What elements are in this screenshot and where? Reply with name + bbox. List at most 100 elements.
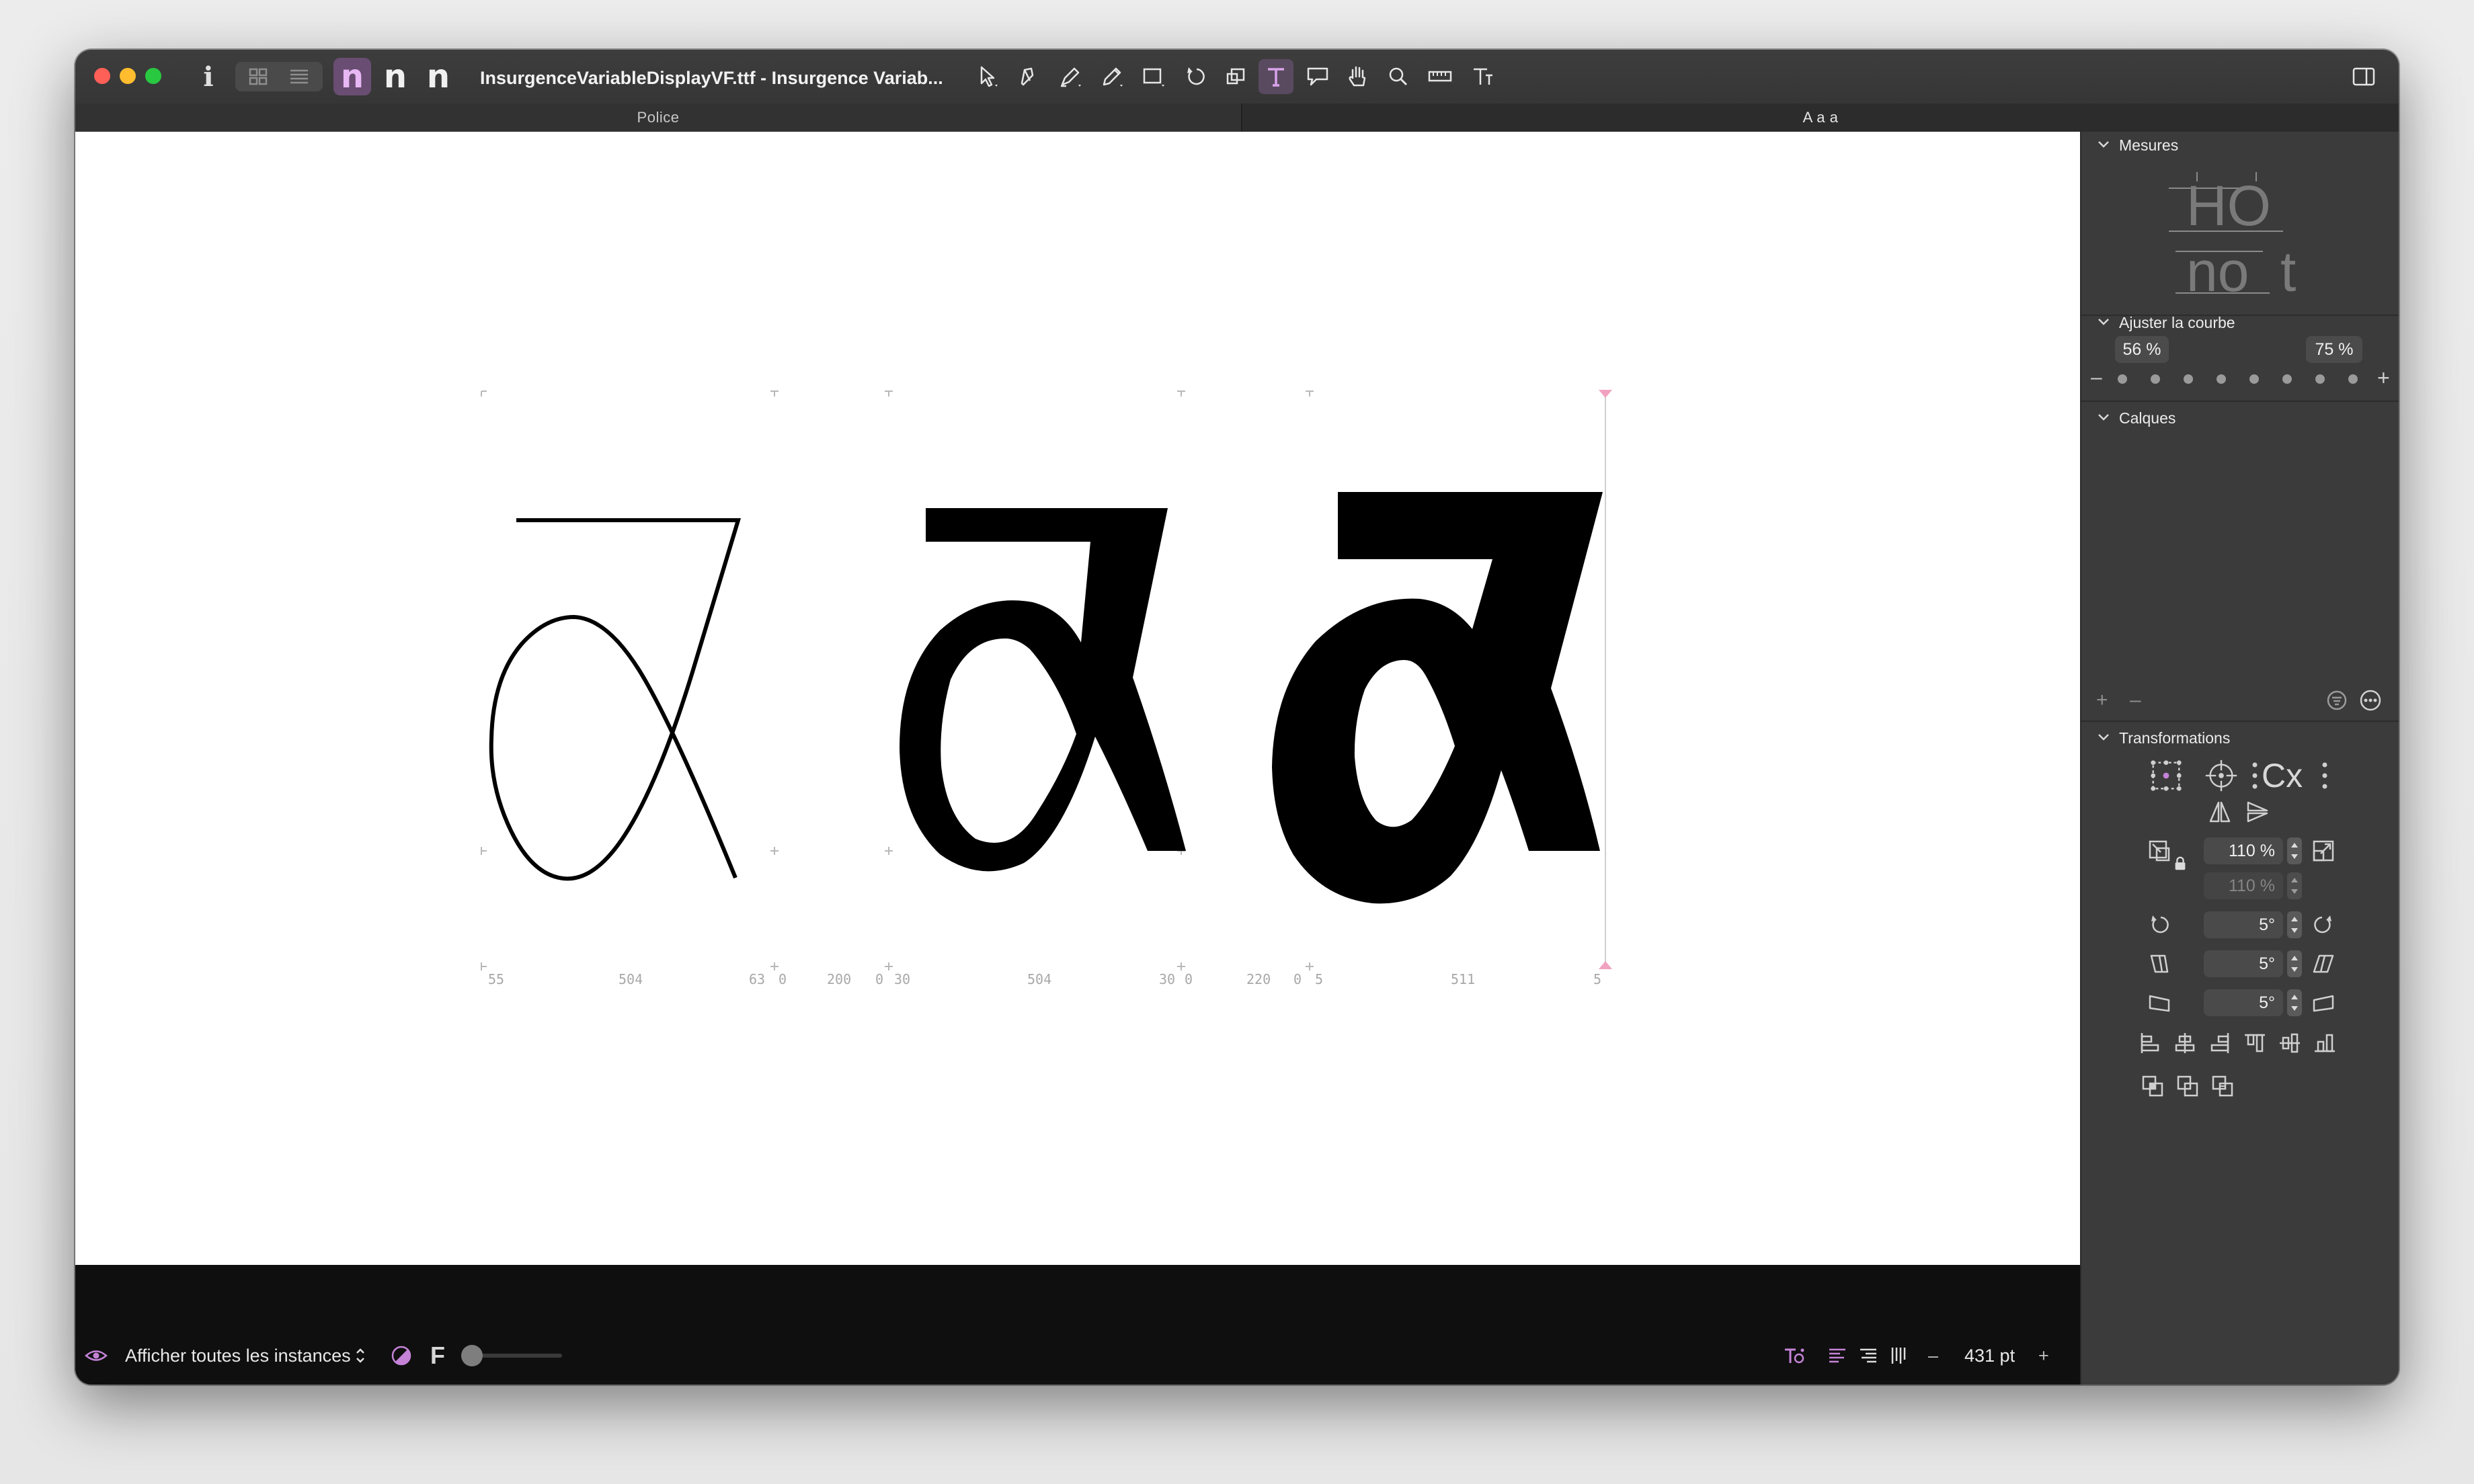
slant-left-icon[interactable] (2145, 949, 2174, 979)
section-header-ajuster[interactable]: Ajuster la courbe (2081, 309, 2399, 336)
zoom-in-button[interactable]: + (2038, 1327, 2049, 1385)
scale-up-icon[interactable] (2309, 836, 2338, 866)
top-handle-icon[interactable] (1599, 390, 1612, 398)
layers-list[interactable] (2081, 434, 2399, 676)
filter-icon[interactable] (2322, 686, 2352, 715)
zoom-window-button[interactable] (145, 68, 161, 84)
align-right-icon[interactable] (1854, 1342, 1882, 1370)
annotation-tool-icon[interactable] (1300, 59, 1335, 94)
crosshair-origin-icon[interactable] (2202, 757, 2240, 794)
ruler-tool-icon[interactable] (1423, 59, 1458, 94)
zoom-tool-icon[interactable] (1381, 59, 1416, 94)
align-bottom-edges-icon[interactable] (2310, 1028, 2340, 1058)
curve-left-value[interactable]: 56 % (2115, 336, 2169, 363)
rotate-left-icon[interactable] (2145, 910, 2174, 940)
rectangle-tool-icon[interactable] (1136, 59, 1171, 94)
chevron-updown-icon[interactable] (351, 1342, 370, 1370)
slider-knob[interactable] (461, 1345, 483, 1366)
sidebar-toggle-icon[interactable] (2346, 59, 2381, 94)
select-tool-icon[interactable] (971, 59, 1006, 94)
bounding-box-origin-icon[interactable] (2147, 757, 2185, 794)
text-layout-tool-icon[interactable] (1466, 59, 1501, 94)
glyph-tab-2[interactable]: n (376, 58, 414, 95)
section-header-transformations[interactable]: Transformations (2081, 725, 2399, 751)
vertical-text-icon[interactable] (1885, 1342, 1913, 1370)
metrics-sample-line2: no (2186, 240, 2249, 303)
zoom-out-button[interactable]: – (1928, 1327, 1938, 1385)
section-header-mesures[interactable]: Mesures (2081, 132, 2399, 159)
glyph-canvas[interactable]: 55 504 63 0 200 0 30 504 30 0 220 0 5 51… (75, 132, 2080, 1265)
contrast-icon[interactable] (387, 1342, 415, 1370)
zoom-value[interactable]: 431 pt (1964, 1327, 2015, 1385)
remove-layer-button[interactable]: – (2130, 687, 2141, 714)
metric-kern-2b: 0 (1293, 971, 1302, 987)
hand-tool-icon[interactable] (1341, 59, 1375, 94)
align-top-edges-icon[interactable] (2240, 1028, 2270, 1058)
add-layer-button[interactable]: + (2096, 687, 2108, 714)
tab-police[interactable]: Police (75, 104, 1242, 132)
chevron-down-icon[interactable] (2095, 313, 2112, 331)
bottom-handle-icon[interactable] (1599, 961, 1612, 969)
curve-plus-button[interactable]: + (2377, 364, 2390, 391)
skew-field[interactable]: 5° (2204, 989, 2283, 1016)
slant-field[interactable]: 5° (2204, 950, 2283, 977)
curve-right-value[interactable]: 75 % (2306, 336, 2362, 363)
close-window-button[interactable] (94, 68, 110, 84)
pencil-tool-icon[interactable] (1094, 59, 1129, 94)
rotate-field[interactable]: 5° (2204, 911, 2283, 938)
curve-minus-button[interactable]: – (2091, 364, 2102, 391)
chevron-down-icon[interactable] (2095, 409, 2112, 426)
size-slider[interactable] (461, 1345, 562, 1366)
inspector-sidebar: Mesures HO no t Ajuster la courbe 56 % 7… (2080, 132, 2399, 1385)
subtract-icon[interactable] (2173, 1071, 2202, 1101)
section-header-calques[interactable]: Calques (2081, 405, 2399, 431)
skew-stepper[interactable] (2287, 989, 2302, 1016)
lock-icon[interactable] (2171, 855, 2189, 872)
glyph-medium[interactable] (900, 508, 1186, 872)
align-left-icon[interactable] (1823, 1342, 1851, 1370)
union-icon[interactable] (2138, 1071, 2167, 1101)
slant-stepper[interactable] (2287, 950, 2302, 977)
grid-view-icon[interactable] (243, 67, 274, 86)
text-tool-icon[interactable] (1259, 59, 1293, 94)
flip-vertical-icon[interactable] (2243, 797, 2272, 827)
scale-tool-icon[interactable] (1218, 59, 1253, 94)
text-options-icon[interactable] (1780, 1342, 1808, 1370)
glyph-tab-1[interactable]: n (333, 58, 371, 95)
intersect-icon[interactable] (2208, 1071, 2237, 1101)
origin-cx-selector[interactable]: Cx (2251, 757, 2331, 794)
scale-y-stepper[interactable] (2287, 872, 2302, 899)
scale-x-stepper[interactable] (2287, 837, 2302, 864)
align-center-v-icon[interactable] (2275, 1028, 2305, 1058)
glyph-bold[interactable] (1272, 492, 1603, 904)
minimize-window-button[interactable] (120, 68, 136, 84)
scale-x-field[interactable]: 110 % (2204, 837, 2283, 864)
tab-preview[interactable]: A a a (1242, 104, 2399, 132)
curve-slider[interactable] (2108, 366, 2377, 393)
align-left-edges-icon[interactable] (2135, 1028, 2165, 1058)
list-view-icon[interactable] (284, 67, 315, 86)
metric-rsb-1: 63 (749, 971, 765, 987)
info-icon[interactable]: i (191, 59, 226, 94)
chevron-down-icon[interactable] (2095, 729, 2112, 746)
align-center-h-icon[interactable] (2170, 1028, 2200, 1058)
glyph-light[interactable] (489, 518, 742, 881)
slant-right-icon[interactable] (2309, 949, 2338, 979)
more-options-icon[interactable] (2356, 686, 2385, 715)
draw-tool-icon[interactable] (1053, 59, 1088, 94)
eye-icon[interactable] (82, 1342, 110, 1370)
skew-right-icon[interactable] (2309, 988, 2338, 1018)
flip-horizontal-icon[interactable] (2205, 797, 2235, 827)
scale-down-icon[interactable] (2145, 836, 2174, 866)
metrics-sample-line3: t (2280, 240, 2297, 303)
instances-dropdown[interactable]: Afficher toutes les instances (125, 1327, 351, 1385)
chevron-down-icon[interactable] (2095, 136, 2112, 153)
skew-left-icon[interactable] (2145, 988, 2174, 1018)
align-right-edges-icon[interactable] (2205, 1028, 2235, 1058)
rotate-tool-icon[interactable] (1179, 59, 1214, 94)
edit-tool-icon[interactable] (1010, 59, 1045, 94)
scale-y-field[interactable]: 110 % (2204, 872, 2283, 899)
rotate-right-icon[interactable] (2309, 910, 2338, 940)
rotate-stepper[interactable] (2287, 911, 2302, 938)
glyph-tab-3[interactable]: n (420, 58, 457, 95)
